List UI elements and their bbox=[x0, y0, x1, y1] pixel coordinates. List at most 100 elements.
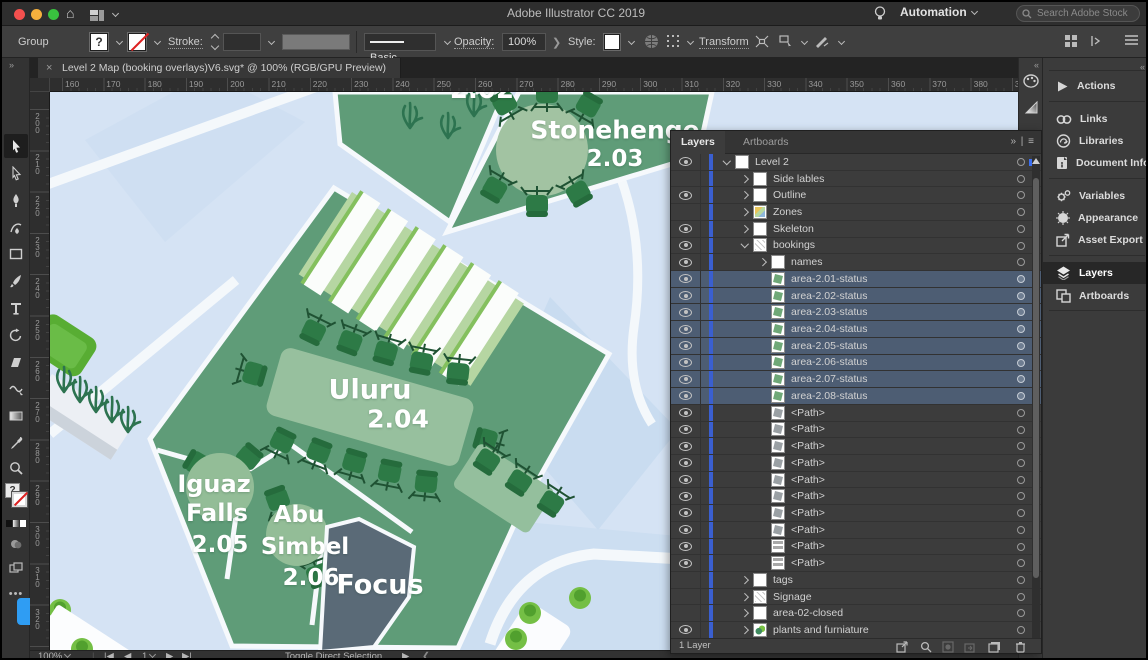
visibility-eye-icon[interactable] bbox=[671, 304, 701, 320]
visibility-eye-icon[interactable] bbox=[671, 187, 701, 203]
expand-chevron-icon[interactable] bbox=[739, 174, 753, 184]
layer-target-circle[interactable] bbox=[1017, 242, 1025, 250]
layer-row[interactable]: <Path> bbox=[671, 422, 1041, 439]
visibility-eye-icon[interactable] bbox=[671, 321, 701, 337]
layer-thumbnail[interactable] bbox=[753, 590, 767, 604]
expand-chevron-icon[interactable] bbox=[739, 608, 753, 618]
layer-row[interactable]: <Path> bbox=[671, 438, 1041, 455]
layer-thumbnail[interactable] bbox=[771, 422, 785, 436]
hint-back-icon[interactable]: ❮ bbox=[422, 651, 430, 660]
visibility-eye-icon[interactable] bbox=[671, 371, 701, 387]
layer-label[interactable]: Signage bbox=[773, 591, 812, 603]
layer-label[interactable]: area-2.04-status bbox=[791, 323, 867, 335]
selection-tool[interactable] bbox=[4, 134, 28, 158]
layer-label[interactable]: Zones bbox=[773, 206, 802, 218]
layer-target-circle[interactable] bbox=[1017, 576, 1025, 584]
visibility-eye-icon[interactable] bbox=[671, 154, 701, 170]
strip-collapse-icon[interactable]: « bbox=[1034, 60, 1038, 70]
layer-label[interactable]: plants and furniature bbox=[773, 624, 869, 636]
layer-label[interactable]: <Path> bbox=[791, 524, 825, 536]
visibility-empty-cell[interactable] bbox=[671, 605, 701, 621]
layer-thumbnail[interactable] bbox=[771, 289, 785, 303]
zoom-level-dropdown[interactable]: 100% bbox=[38, 651, 70, 660]
stroke-weight-chevron-icon[interactable] bbox=[268, 39, 275, 46]
layer-target-circle[interactable] bbox=[1017, 559, 1025, 567]
layer-row[interactable]: <Path> bbox=[671, 455, 1041, 472]
visibility-eye-icon[interactable] bbox=[671, 221, 701, 237]
layer-row[interactable]: <Path> bbox=[671, 522, 1041, 539]
layer-label[interactable]: <Path> bbox=[791, 457, 825, 469]
visibility-eye-icon[interactable] bbox=[671, 455, 701, 471]
pen-tool[interactable] bbox=[4, 188, 28, 212]
dock-arrange-icon[interactable] bbox=[1090, 34, 1106, 51]
visibility-eye-icon[interactable] bbox=[671, 522, 701, 538]
opacity-label[interactable]: Opacity: bbox=[454, 36, 494, 49]
layer-row[interactable]: names bbox=[671, 254, 1041, 271]
eraser-tool[interactable] bbox=[4, 350, 28, 374]
layer-target-circle[interactable] bbox=[1017, 191, 1025, 199]
dock-grid-icon[interactable] bbox=[1064, 34, 1078, 51]
layer-row[interactable]: <Path> bbox=[671, 555, 1041, 572]
workspace-dropdown[interactable]: Automation bbox=[900, 5, 978, 19]
layer-row[interactable]: <Path> bbox=[671, 539, 1041, 556]
layer-thumbnail[interactable] bbox=[771, 339, 785, 353]
layer-target-circle[interactable] bbox=[1017, 609, 1025, 617]
new-layer-icon[interactable] bbox=[987, 640, 1001, 653]
mesh-grid-icon[interactable] bbox=[666, 34, 681, 52]
direct-selection-tool[interactable] bbox=[4, 161, 28, 185]
layer-row[interactable]: area-2.07-status bbox=[671, 371, 1041, 388]
collect-for-export-icon[interactable] bbox=[895, 640, 909, 653]
layer-thumbnail[interactable] bbox=[753, 172, 767, 186]
layer-row[interactable]: area-2.06-status bbox=[671, 355, 1041, 372]
visibility-empty-cell[interactable] bbox=[671, 204, 701, 220]
draw-mode-icon[interactable] bbox=[4, 532, 28, 556]
layer-target-circle[interactable] bbox=[1017, 342, 1025, 350]
layer-thumbnail[interactable] bbox=[771, 272, 785, 286]
transform-link[interactable]: Transform bbox=[699, 36, 749, 49]
expand-chevron-icon[interactable] bbox=[757, 257, 771, 267]
shape-chevron-icon[interactable] bbox=[801, 39, 808, 46]
layer-label[interactable]: area-2.03-status bbox=[791, 306, 867, 318]
layer-label[interactable]: <Path> bbox=[791, 507, 825, 519]
mesh-chevron-icon[interactable] bbox=[687, 39, 694, 46]
dock-item-appearance[interactable]: Appearance bbox=[1043, 207, 1148, 229]
layer-row[interactable]: <Path> bbox=[671, 472, 1041, 489]
document-setup-globe-icon[interactable] bbox=[644, 34, 659, 52]
artboard-number-dropdown[interactable]: 1 bbox=[142, 651, 155, 660]
stroke-label[interactable]: Stroke: bbox=[168, 36, 203, 49]
layer-label[interactable]: area-02-closed bbox=[773, 607, 843, 619]
first-artboard-icon[interactable]: |◀ bbox=[104, 651, 114, 660]
layer-thumbnail[interactable] bbox=[771, 305, 785, 319]
visibility-eye-icon[interactable] bbox=[671, 422, 701, 438]
ruler-vertical[interactable]: 200210220230240250260270280290300310320 bbox=[30, 92, 50, 650]
layer-thumbnail[interactable] bbox=[771, 355, 785, 369]
layer-target-circle[interactable] bbox=[1017, 175, 1025, 183]
layer-label[interactable]: tags bbox=[773, 574, 793, 586]
paintbrush-tool[interactable] bbox=[4, 269, 28, 293]
layer-label[interactable]: <Path> bbox=[791, 407, 825, 419]
layer-row[interactable]: area-2.03-status bbox=[671, 304, 1041, 321]
type-tool[interactable] bbox=[4, 296, 28, 320]
layer-thumbnail[interactable] bbox=[753, 188, 767, 202]
layer-thumbnail[interactable] bbox=[753, 222, 767, 236]
eyedropper-tool[interactable] bbox=[4, 431, 28, 455]
expand-chevron-icon[interactable] bbox=[721, 157, 735, 167]
layer-row[interactable]: tags bbox=[671, 572, 1041, 589]
layer-target-circle[interactable] bbox=[1017, 509, 1025, 517]
tab-artboards[interactable]: Artboards bbox=[733, 131, 799, 154]
layer-row[interactable]: Level 2 bbox=[671, 154, 1041, 171]
layers-scrollbar[interactable] bbox=[1032, 156, 1040, 638]
dock-item-document-info[interactable]: Document Info bbox=[1043, 152, 1148, 174]
fill-stroke-proxy[interactable]: ? bbox=[5, 483, 27, 509]
dock-item-links[interactable]: Links bbox=[1043, 108, 1148, 130]
visibility-eye-icon[interactable] bbox=[671, 338, 701, 354]
layer-thumbnail[interactable] bbox=[735, 155, 749, 169]
variable-width-profile-dropdown[interactable] bbox=[282, 34, 350, 50]
layer-target-circle[interactable] bbox=[1017, 543, 1025, 551]
layer-row[interactable]: Signage bbox=[671, 589, 1041, 606]
delete-layer-icon[interactable] bbox=[1013, 640, 1027, 653]
visibility-eye-icon[interactable] bbox=[671, 622, 701, 638]
pen-chevron-icon[interactable] bbox=[838, 39, 845, 46]
stroke-weight-field[interactable] bbox=[223, 33, 261, 51]
play-hint-icon[interactable]: ▶ bbox=[402, 651, 409, 660]
